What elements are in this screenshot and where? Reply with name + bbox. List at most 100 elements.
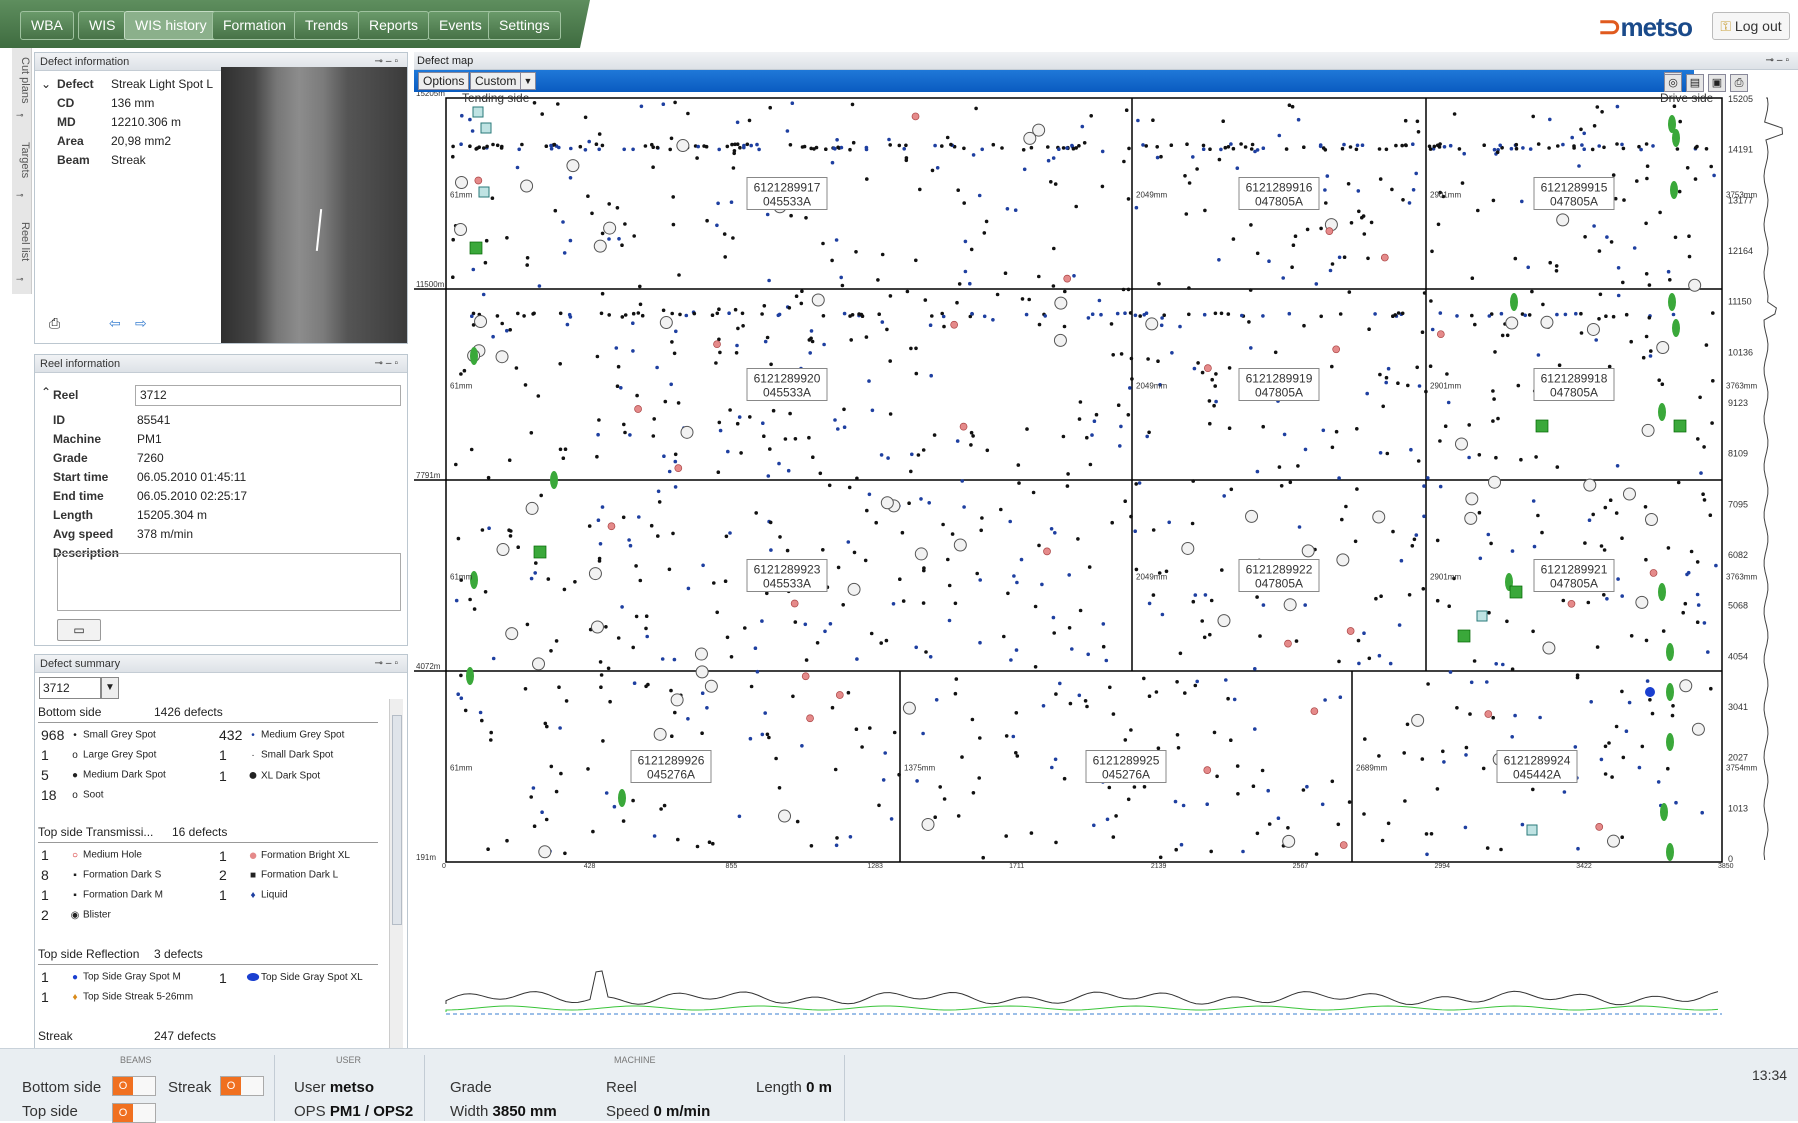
- large-spot-marker: [847, 582, 861, 596]
- defect-dot: [516, 311, 520, 316]
- summary-item[interactable]: 1 ● Top Side Gray Spot M: [41, 969, 181, 985]
- defect-dot: [1282, 432, 1287, 437]
- save-description-button[interactable]: ▭: [57, 619, 101, 641]
- summary-item[interactable]: 1 ○ Medium Hole: [41, 847, 142, 863]
- window-controls-icon[interactable]: ⊸‒▫: [1766, 52, 1793, 70]
- arrow-left-icon[interactable]: ⇦: [109, 315, 121, 332]
- summary-item[interactable]: 8 ▪ Formation Dark S: [41, 867, 161, 883]
- window-controls-icon[interactable]: ⊸‒▫: [375, 355, 402, 373]
- large-spot-marker: [1679, 679, 1693, 693]
- summary-item[interactable]: 2 ■ Formation Dark L: [219, 867, 338, 883]
- reel-select[interactable]: 3712: [39, 677, 101, 699]
- summary-item[interactable]: 2 ◉ Blister: [41, 907, 111, 923]
- defect-dot: [456, 692, 460, 696]
- logout-button[interactable]: ⚿ Log out: [1712, 12, 1790, 40]
- defect-dot: [486, 847, 490, 851]
- set-id-label: 6121289916: [1246, 181, 1313, 195]
- defect-dot: [1485, 680, 1489, 684]
- description-textarea[interactable]: [57, 553, 401, 611]
- summary-item[interactable]: 1 ⬬ Top Side Gray Spot XL: [219, 969, 363, 986]
- defect-dot: [586, 194, 590, 198]
- summary-item[interactable]: 1 o Large Grey Spot: [41, 747, 156, 763]
- bottom-side-toggle[interactable]: O: [112, 1076, 156, 1096]
- summary-item[interactable]: 432 • Medium Grey Spot: [219, 727, 344, 743]
- nav-formation[interactable]: Formation: [212, 11, 298, 40]
- save-icon[interactable]: ▣: [1708, 74, 1726, 92]
- map-tool-icons: ◎ ▤ ▣ ⎙: [1664, 72, 1794, 92]
- nav-reports[interactable]: Reports: [358, 11, 430, 40]
- nav-events[interactable]: Events: [428, 11, 493, 40]
- nav-wba[interactable]: WBA: [20, 11, 74, 40]
- large-spot-marker: [953, 538, 967, 552]
- arrow-right-icon[interactable]: ⇨: [135, 315, 147, 332]
- defect-map-canvas[interactable]: 15205m11500m7791m4072m191m15205141911317…: [414, 92, 1798, 1022]
- item-count: 1: [219, 887, 227, 903]
- defect-dot: [1342, 142, 1346, 147]
- streak-toggle[interactable]: O: [220, 1076, 264, 1096]
- summary-item[interactable]: 1 ● Formation Bright XL: [219, 847, 350, 864]
- defect-dot: [1111, 712, 1116, 716]
- zoom-icon[interactable]: ◎: [1664, 74, 1682, 92]
- section-top-side-reflection[interactable]: Top side Reflection 3 defects: [38, 947, 378, 965]
- summary-item[interactable]: 968 • Small Grey Spot: [41, 727, 156, 743]
- summary-item[interactable]: 1 ● XL Dark Spot: [219, 767, 320, 785]
- tab-reel-list[interactable]: Reel list: [13, 214, 31, 270]
- defect-dot: [1340, 146, 1345, 151]
- summary-item[interactable]: 5 ● Medium Dark Spot: [41, 767, 166, 783]
- summary-scrollbar[interactable]: [389, 699, 403, 1053]
- nav-wis[interactable]: WIS: [78, 11, 127, 40]
- large-spot-marker: [588, 567, 602, 581]
- nav-wis-history[interactable]: WIS history: [124, 11, 218, 40]
- defect-dot: [587, 139, 591, 144]
- collapse-icon[interactable]: ⌄: [41, 77, 51, 91]
- section-bottom-side[interactable]: Bottom side 1426 defects: [38, 705, 378, 723]
- printer-icon[interactable]: ⎙: [1730, 74, 1748, 92]
- nav-trends[interactable]: Trends: [294, 11, 360, 40]
- chevron-down-icon[interactable]: ▼: [101, 677, 119, 699]
- pin-icon[interactable]: ⊸: [16, 274, 24, 285]
- section-streak[interactable]: Streak 247 defects: [38, 1029, 378, 1046]
- item-label: Soot: [83, 789, 104, 801]
- chevron-down-icon[interactable]: ▼: [520, 72, 536, 90]
- defect-dot: [486, 475, 491, 480]
- defect-dot: [1184, 212, 1189, 216]
- tab-cut-plans[interactable]: Cut plans: [13, 52, 31, 108]
- summary-item[interactable]: 1 · Small Dark Spot: [219, 747, 333, 763]
- pin-icon[interactable]: ⊸: [16, 190, 24, 201]
- pin-icon[interactable]: ⊸: [16, 110, 24, 121]
- defect-dot: [1369, 220, 1374, 225]
- defect-dot: [723, 579, 728, 583]
- options-button[interactable]: Options: [418, 72, 470, 90]
- defect-dot: [1115, 311, 1120, 316]
- summary-item[interactable]: 18 o Soot: [41, 787, 104, 803]
- top-side-toggle[interactable]: O: [112, 1103, 156, 1123]
- collapse-icon[interactable]: ⌃: [41, 385, 51, 399]
- large-spot-marker: [670, 693, 684, 707]
- window-controls-icon[interactable]: ⊸‒▫: [375, 655, 402, 673]
- defect-dot: [789, 213, 793, 218]
- defect-dot: [991, 318, 995, 322]
- tab-targets[interactable]: Targets: [13, 132, 31, 188]
- section-top-side-transmission[interactable]: Top side Transmissi... 16 defects: [38, 825, 378, 843]
- defect-dot: [1303, 447, 1308, 452]
- defect-dot: [1243, 145, 1248, 149]
- scroll-thumb[interactable]: [392, 715, 402, 925]
- defect-dot: [1155, 155, 1160, 160]
- defect-dot: [768, 520, 773, 525]
- summary-item[interactable]: 1 ♦ Top Side Streak 5-26mm: [41, 989, 193, 1005]
- preset-select[interactable]: Custom: [470, 72, 522, 90]
- defect-dot: [842, 425, 847, 430]
- defect-dot: [1700, 810, 1704, 815]
- defect-dot: [480, 528, 485, 532]
- reel-input[interactable]: 3712: [135, 385, 401, 406]
- defect-dot: [1547, 146, 1551, 150]
- summary-item[interactable]: 1 ▪ Formation Dark M: [41, 887, 163, 903]
- defect-dot: [1407, 593, 1412, 597]
- table-icon[interactable]: ▤: [1686, 74, 1704, 92]
- defect-dot: [662, 454, 666, 459]
- defect-dot: [1213, 384, 1217, 388]
- summary-item[interactable]: 1 ♦ Liquid: [219, 887, 288, 903]
- printer-icon[interactable]: ⎙: [49, 315, 60, 332]
- nav-settings[interactable]: Settings: [488, 11, 561, 40]
- defect-dot: [1147, 430, 1151, 435]
